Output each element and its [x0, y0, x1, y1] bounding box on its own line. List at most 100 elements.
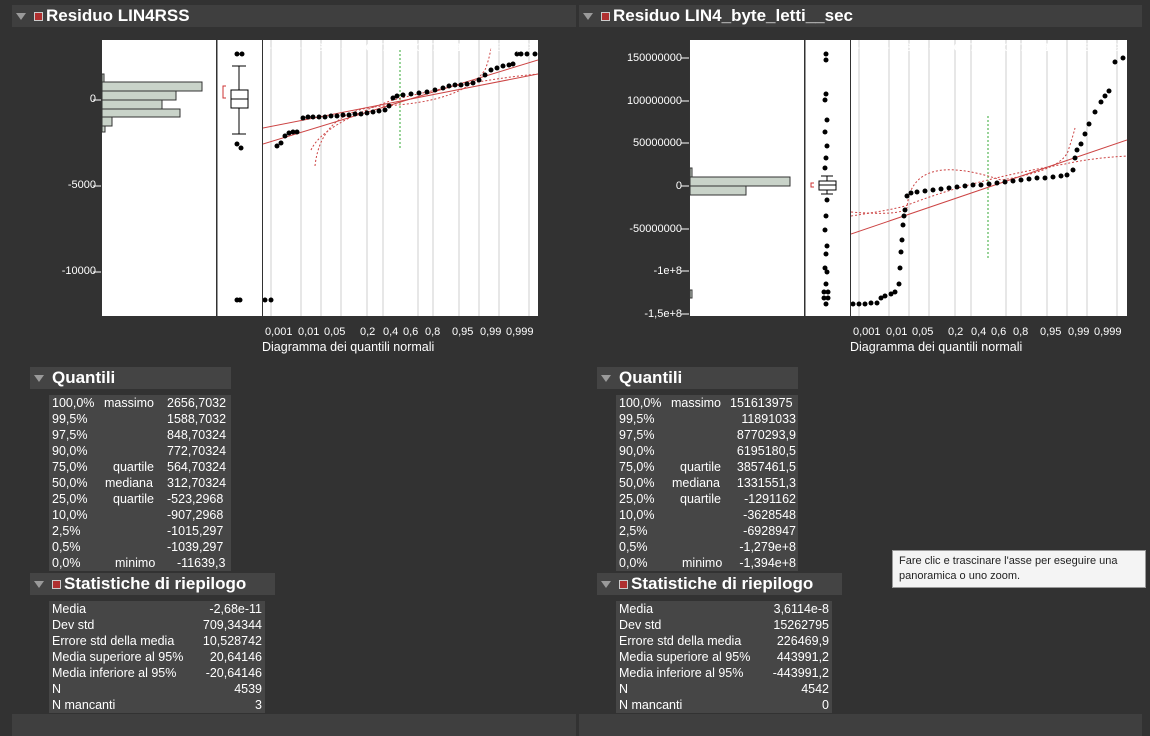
red-triangle-menu-icon[interactable] — [52, 579, 61, 589]
right-report-header[interactable]: Residuo LIN4_byte_letti__sec — [579, 5, 1142, 27]
summary-label: Media superiore al 95% — [619, 650, 751, 664]
table-row: N mancanti 3 — [49, 697, 265, 713]
summary-value: 15262795 — [773, 618, 829, 632]
left-bottom-tick: 0,99 — [480, 326, 502, 338]
quantile-pct: 25,0% — [52, 492, 88, 506]
quantile-pct: 10,0% — [52, 508, 88, 522]
left-bottom-tick: 0,999 — [506, 326, 534, 338]
right-quantiles-table: 100,0% massimo 151613975 99,5% 11891033 97,… — [616, 395, 798, 571]
disclosure-triangle-icon[interactable] — [601, 580, 611, 588]
left-bottom-tick: 0,4 — [383, 326, 399, 338]
tooltip-line-1: Fare clic e trascinare l'asse per esegui… — [899, 555, 1118, 567]
right-histogram-panel[interactable] — [689, 40, 804, 316]
quantile-value: -3628548 — [743, 508, 796, 522]
right-y-axis-ticks — [681, 57, 689, 315]
quantile-value: -1015,297 — [167, 524, 224, 538]
disclosure-triangle-icon[interactable] — [34, 580, 44, 588]
right-top-tick: 3,09 — [1098, 42, 1120, 54]
disclosure-triangle-icon[interactable] — [601, 374, 611, 382]
quantile-pct: 99,5% — [619, 412, 655, 426]
table-row: Errore std della media 226469,9 — [616, 633, 832, 649]
table-row: Dev std 709,34344 — [49, 617, 265, 633]
right-y-tick-0: 150000000 — [626, 52, 682, 64]
right-top-tick: 0,67 — [954, 42, 976, 54]
right-bottom-tick: 0,99 — [1068, 326, 1090, 338]
right-bottom-tick: 0,999 — [1094, 326, 1122, 338]
table-row: N 4539 — [49, 681, 265, 697]
left-top-tick: 1,64 — [456, 42, 478, 54]
left-normal-quantile-plot[interactable] — [262, 40, 539, 316]
summary-label: Media — [619, 602, 654, 616]
right-y-tick-2: 50000000 — [633, 137, 682, 149]
left-histogram — [101, 40, 203, 316]
quantile-pct: 50,0% — [619, 476, 655, 490]
left-summary-header[interactable]: Statistiche di riepilogo — [30, 573, 275, 595]
next-left-report-header[interactable] — [12, 714, 576, 736]
quantile-value: 1588,7032 — [167, 412, 227, 426]
quantile-value: -1,394e+8 — [739, 556, 796, 570]
left-bottom-tick: 0,95 — [452, 326, 474, 338]
right-y-axis[interactable] — [681, 40, 689, 316]
right-report-title: Residuo LIN4_byte_letti__sec — [613, 6, 853, 25]
quantile-value: 6195180,5 — [736, 444, 796, 458]
summary-value: 226469,9 — [776, 634, 829, 648]
left-bottom-tick: 0,01 — [298, 326, 320, 338]
red-triangle-menu-icon[interactable] — [34, 11, 43, 21]
right-summary-header[interactable]: Statistiche di riepilogo — [597, 573, 842, 595]
quantile-name: mediana — [672, 476, 720, 490]
quantile-value: 8770293,9 — [736, 428, 796, 442]
summary-value: 3,6114e-8 — [773, 602, 829, 616]
table-row: N 4542 — [616, 681, 832, 697]
left-top-tick: 0,67 — [366, 42, 388, 54]
left-bottom-tick: 0,05 — [324, 326, 346, 338]
summary-label: Media superiore al 95% — [52, 650, 184, 664]
right-y-tick-3: 0 — [675, 180, 682, 192]
table-row: 2,5% -6928947 — [616, 523, 796, 539]
quantile-pct: 90,0% — [619, 444, 655, 458]
right-bottom-tick: 0,6 — [991, 326, 1007, 338]
right-normal-quantile-plot[interactable] — [850, 40, 1128, 316]
disclosure-triangle-icon[interactable] — [583, 12, 593, 20]
quantile-name: quartile — [113, 460, 154, 474]
tooltip-line-2: panoramica o uno zoom. — [899, 570, 1021, 582]
quantile-name: minimo — [115, 556, 156, 570]
table-row: 75,0% quartile 3857461,5 — [616, 459, 796, 475]
quantile-value: 3857461,5 — [736, 460, 796, 474]
table-row: N mancanti 0 — [616, 697, 832, 713]
right-y-tick-1: 100000000 — [626, 95, 682, 107]
quantile-value: -1039,297 — [167, 540, 224, 554]
summary-value: 4539 — [234, 682, 262, 696]
quantile-value: 151613975 — [730, 396, 793, 410]
quantile-value: 848,70324 — [167, 428, 227, 442]
quantile-value: 2656,7032 — [167, 396, 227, 410]
right-histogram — [689, 40, 791, 316]
quantile-pct: 25,0% — [619, 492, 655, 506]
quantile-pct: 2,5% — [52, 524, 81, 538]
red-triangle-menu-icon[interactable] — [619, 579, 628, 589]
left-report-header[interactable]: Residuo LIN4RSS — [12, 5, 576, 27]
quantile-value: -11639,3 — [177, 556, 226, 570]
next-right-report-header[interactable] — [579, 714, 1142, 736]
summary-label: N mancanti — [52, 698, 116, 712]
left-quantiles-header[interactable]: Quantili — [30, 367, 231, 389]
red-triangle-menu-icon[interactable] — [601, 11, 610, 21]
table-row: Media superiore al 95% 20,64146 — [49, 649, 265, 665]
quantile-value: 1331551,3 — [736, 476, 796, 490]
right-bottom-tick: 0,2 — [948, 326, 964, 338]
left-top-tick: 3,09 — [510, 42, 532, 54]
right-quantiles-header[interactable]: Quantili — [597, 367, 798, 389]
disclosure-triangle-icon[interactable] — [34, 374, 44, 382]
disclosure-triangle-icon[interactable] — [16, 12, 26, 20]
left-quantile-svg — [262, 40, 539, 316]
left-histogram-panel[interactable] — [101, 40, 216, 316]
summary-label: N — [52, 682, 62, 696]
summary-value: 0 — [822, 698, 829, 712]
right-top-tick: 1,64 — [1044, 42, 1066, 54]
quantile-pct: 2,5% — [619, 524, 648, 538]
summary-value: 4542 — [801, 682, 829, 696]
left-boxplot-panel[interactable] — [217, 40, 262, 316]
quantile-value: -1291162 — [744, 492, 796, 506]
right-boxplot-panel[interactable] — [805, 40, 850, 316]
left-summary-table: Media -2,68e-11 Dev std 709,34344 Errore s… — [49, 601, 265, 713]
left-bottom-tick: 0,8 — [425, 326, 441, 338]
